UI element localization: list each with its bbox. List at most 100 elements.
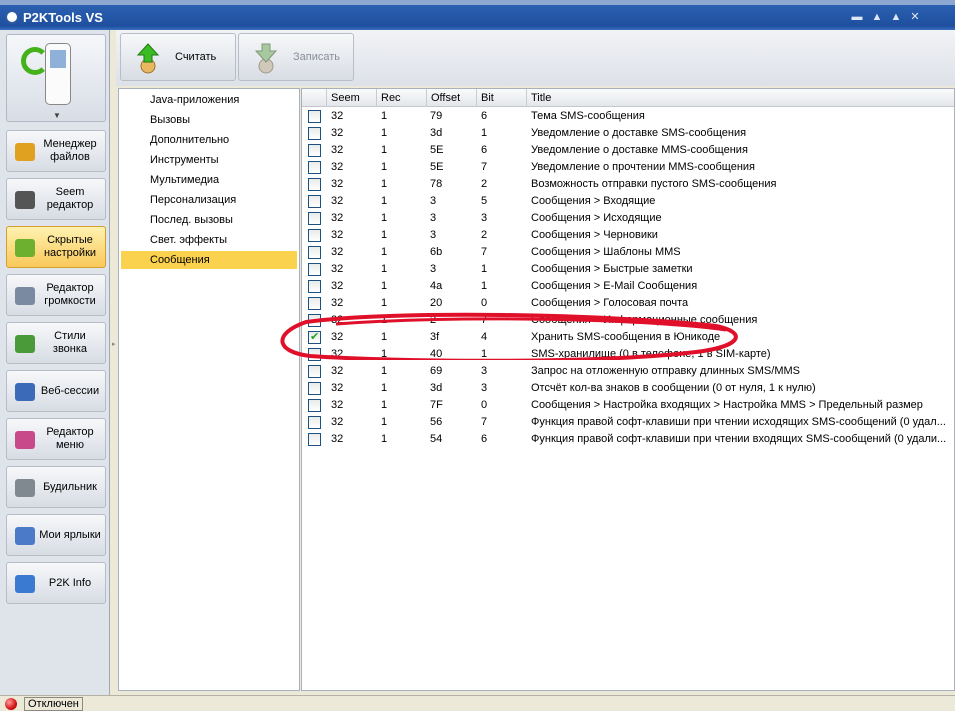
row-checkbox[interactable] <box>308 161 321 174</box>
sidebar-collapse-handle[interactable]: ▸ <box>112 340 116 350</box>
sidebar-item[interactable]: Редактор меню <box>6 418 106 460</box>
minimize-button[interactable]: ▬ <box>851 12 863 23</box>
table-row[interactable]: 32 1 78 2 Возможность отправки пустого SMS-с… <box>302 176 954 193</box>
restore-button[interactable]: ▲ <box>871 12 883 23</box>
tree-item[interactable]: Свет. эффекты <box>121 231 297 249</box>
tree-item[interactable]: Персонализация <box>121 191 297 209</box>
app-logo-icon <box>5 10 19 24</box>
cell-rec: 1 <box>381 399 388 411</box>
row-checkbox[interactable] <box>308 365 321 378</box>
row-checkbox[interactable] <box>308 178 321 191</box>
tree-item[interactable]: Сообщения <box>121 251 297 269</box>
tree-item[interactable]: Послед. вызовы <box>121 211 297 229</box>
cell-title: Уведомление о прочтении MMS-сообщения <box>531 161 756 173</box>
cell-seem: 32 <box>331 195 344 207</box>
column-header-title[interactable]: Title <box>526 89 954 107</box>
sidebar-item-label: Веб-сессии <box>40 384 100 397</box>
sidebar-item[interactable]: Менеджер файлов <box>6 130 106 172</box>
sidebar-item[interactable]: Редактор громкости <box>6 274 106 316</box>
cell-rec: 1 <box>381 195 388 207</box>
row-checkbox[interactable] <box>308 297 321 310</box>
sidebar-item[interactable]: Скрытые настройки <box>6 226 106 268</box>
table-row[interactable]: 32 1 3 5 Сообщения > Входящие <box>302 193 954 210</box>
row-checkbox[interactable] <box>308 416 321 429</box>
cell-offset: 20 <box>430 297 443 309</box>
info-icon <box>15 575 35 593</box>
cell-bit: 0 <box>481 399 488 411</box>
seem-editor-icon <box>15 191 35 209</box>
row-checkbox[interactable] <box>308 382 321 395</box>
table-row[interactable]: 32 1 79 6 Тема SMS-сообщения <box>302 108 954 125</box>
row-checkbox[interactable] <box>308 280 321 293</box>
sidebar-item[interactable]: Веб-сессии <box>6 370 106 412</box>
sidebar-item[interactable]: Будильник <box>6 466 106 508</box>
table-row[interactable]: 32 1 5E 7 Уведомление о прочтении MMS-сообще… <box>302 159 954 176</box>
column-header-seem[interactable]: Seem <box>326 89 376 107</box>
row-checkbox[interactable] <box>308 263 321 276</box>
table-row[interactable]: 32 1 54 6 Функция правой софт-клавиши при чт… <box>302 431 954 448</box>
cell-seem: 32 <box>331 263 344 275</box>
cell-bit: 3 <box>481 382 488 394</box>
cell-bit: 3 <box>481 212 488 224</box>
phone-sync-panel[interactable]: ▼ <box>6 34 106 122</box>
table-row[interactable]: 32 1 5E 6 Уведомление о доставке MMS-сообщен… <box>302 142 954 159</box>
cell-offset: 54 <box>430 433 443 445</box>
cell-offset: 4a <box>430 280 443 292</box>
sidebar-item[interactable]: P2K Info <box>6 562 106 604</box>
table-row[interactable]: 32 1 6b 7 Сообщения > Шаблоны MMS <box>302 244 954 261</box>
row-checkbox[interactable] <box>308 127 321 140</box>
chevron-down-icon[interactable]: ▼ <box>53 111 61 120</box>
cell-title: Сообщения > Входящие <box>531 195 656 207</box>
cell-bit: 2 <box>481 178 488 190</box>
table-row[interactable]: 32 1 7F 0 Сообщения > Настройка входящих > Н… <box>302 397 954 414</box>
table-row[interactable]: 32 1 56 7 Функция правой софт-клавиши при чт… <box>302 414 954 431</box>
cell-bit: 1 <box>481 127 488 139</box>
cell-rec: 1 <box>381 161 388 173</box>
table-row[interactable]: 32 1 3d 1 Уведомление о доставке SMS-сообщен… <box>302 125 954 142</box>
sidebar-item[interactable]: Стили звонка <box>6 322 106 364</box>
category-tree: Java-приложения Вызовы Дополнительно Инстру… <box>118 88 300 691</box>
column-header-check <box>302 89 326 107</box>
read-icon <box>136 43 160 74</box>
title-bar-strip <box>0 0 955 5</box>
row-checkbox[interactable] <box>308 195 321 208</box>
row-checkbox[interactable] <box>308 229 321 242</box>
column-header-offset[interactable]: Offset <box>426 89 476 107</box>
cell-bit: 6 <box>481 110 488 122</box>
cell-title: Функция правой софт-клавиши при чтении и… <box>531 416 946 428</box>
row-checkbox[interactable] <box>308 110 321 123</box>
cell-offset: 69 <box>430 365 443 377</box>
tree-item[interactable]: Вызовы <box>121 111 297 129</box>
maximize-button[interactable]: ▲ <box>890 12 902 23</box>
cell-seem: 32 <box>331 246 344 258</box>
row-checkbox[interactable] <box>308 144 321 157</box>
row-checkbox[interactable] <box>308 399 321 412</box>
table-row[interactable]: 32 1 3 3 Сообщения > Исходящие <box>302 210 954 227</box>
sidebar-item[interactable]: Seem редактор <box>6 178 106 220</box>
read-button[interactable]: Считать <box>120 33 236 81</box>
tree-item[interactable]: Мультимедиа <box>121 171 297 189</box>
column-header-bit[interactable]: Bit <box>476 89 526 107</box>
cell-offset: 79 <box>430 110 443 122</box>
close-button[interactable]: ✕ <box>909 12 921 23</box>
tree-item[interactable]: Java-приложения <box>121 91 297 109</box>
cell-title: Сообщения > Шаблоны MMS <box>531 246 681 258</box>
cell-rec: 1 <box>381 246 388 258</box>
read-button-label: Считать <box>175 51 217 63</box>
sidebar-item-label: P2K Info <box>48 576 92 589</box>
table-row[interactable]: 32 1 3 2 Сообщения > Черновики <box>302 227 954 244</box>
row-checkbox[interactable] <box>308 212 321 225</box>
row-checkbox[interactable] <box>308 433 321 446</box>
table-row[interactable]: 32 1 69 3 Запрос на отложенную отправку длин… <box>302 363 954 380</box>
tree-item[interactable]: Инструменты <box>121 151 297 169</box>
cell-rec: 1 <box>381 297 388 309</box>
row-checkbox[interactable] <box>308 246 321 259</box>
table-row[interactable]: 32 1 3 1 Сообщения > Быстрые заметки <box>302 261 954 278</box>
table-row[interactable]: 32 1 4a 1 Сообщения > E-Mail Сообщения <box>302 278 954 295</box>
table-row[interactable]: 32 1 3d 3 Отсчёт кол-ва знаков в сообщении (… <box>302 380 954 397</box>
column-header-rec[interactable]: Rec <box>376 89 426 107</box>
sidebar-item[interactable]: Мои ярлыки <box>6 514 106 556</box>
table-row[interactable]: 32 1 20 0 Сообщения > Голосовая почта <box>302 295 954 312</box>
cell-bit: 6 <box>481 433 488 445</box>
tree-item[interactable]: Дополнительно <box>121 131 297 149</box>
